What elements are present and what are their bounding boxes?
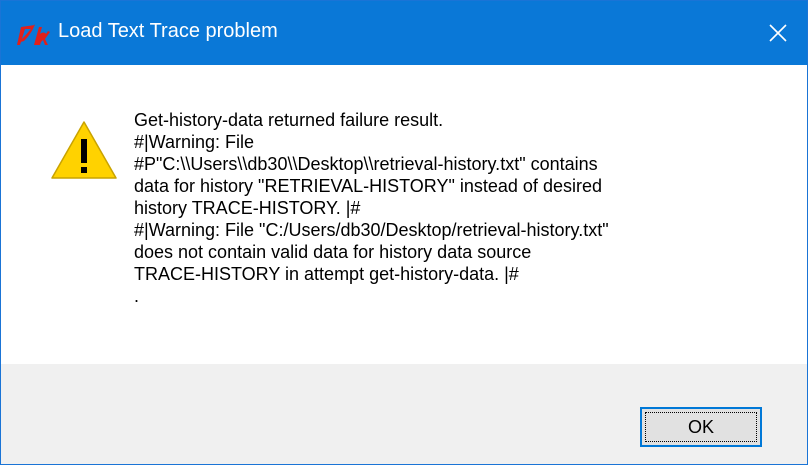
message-line: #P"C:\\Users\\db30\\Desktop\\retrieval-h… [134, 154, 598, 174]
close-icon [769, 24, 787, 42]
ok-button[interactable]: OK [640, 407, 762, 447]
ok-button-label: OK [687, 416, 714, 437]
warning-icon [50, 120, 118, 180]
message-line: #|Warning: File "C:/Users/db30/Desktop/r… [134, 220, 609, 240]
message-line: does not contain valid data for history … [134, 242, 532, 262]
message-text: Get-history-data returned failure result… [134, 109, 784, 307]
tk-feather-icon [15, 21, 51, 47]
message-line: TRACE-HISTORY in attempt get-history-dat… [134, 264, 519, 284]
close-button[interactable] [749, 1, 807, 65]
title-bar[interactable]: Load Text Trace problem [1, 1, 807, 65]
window-title: Load Text Trace problem [58, 20, 278, 42]
button-bar: OK [1, 364, 807, 464]
message-line: history TRACE-HISTORY. |# [134, 198, 361, 218]
message-area: Get-history-data returned failure result… [1, 65, 807, 364]
message-line: #|Warning: File [134, 132, 255, 152]
dialog-window: Load Text Trace problem Get-history-data… [0, 0, 808, 465]
message-line: data for history "RETRIEVAL-HISTORY" ins… [134, 176, 602, 196]
message-line: Get-history-data returned failure result… [134, 110, 444, 130]
message-line: . [134, 286, 140, 306]
